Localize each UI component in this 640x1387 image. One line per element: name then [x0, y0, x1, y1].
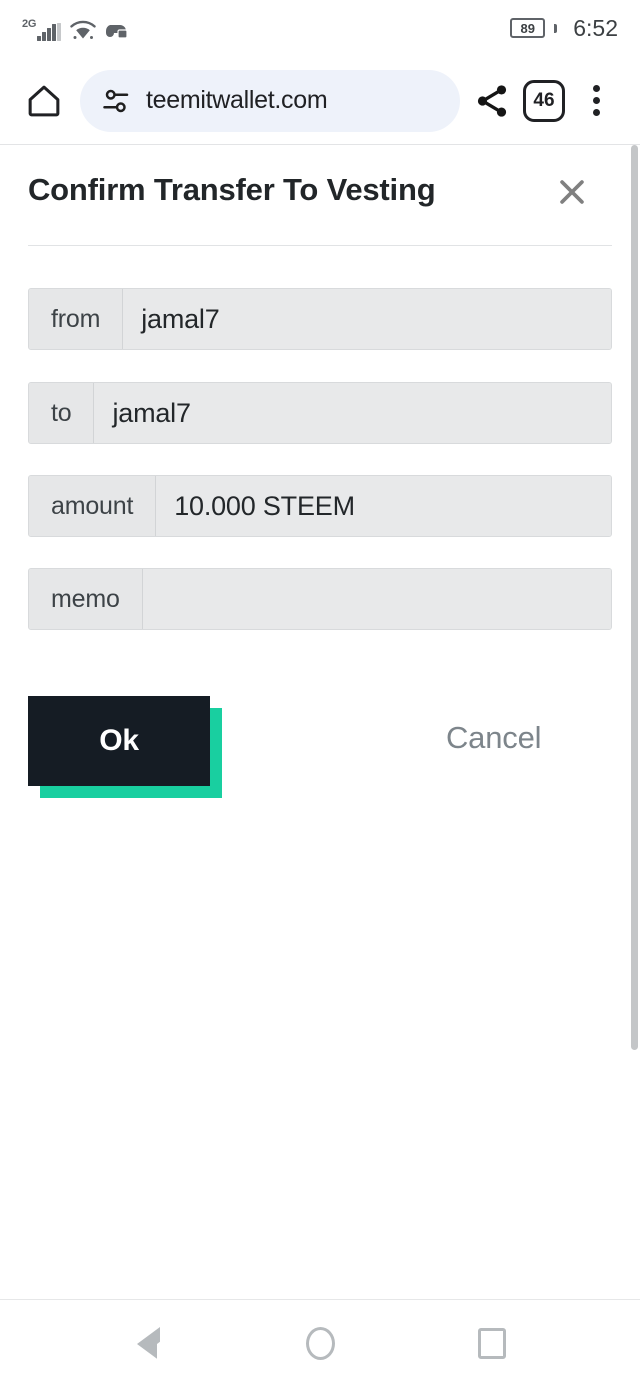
field-memo-value [142, 569, 611, 629]
scrollbar-thumb[interactable] [631, 145, 638, 1050]
ok-button[interactable]: Ok [28, 696, 210, 786]
page-scrollbar[interactable] [631, 145, 640, 1300]
status-bar-left: 2G [22, 15, 129, 41]
back-triangle-icon [136, 1326, 174, 1374]
field-from-label: from [29, 289, 124, 349]
field-amount-label: amount [29, 476, 157, 536]
field-to[interactable]: to jamal7 [28, 382, 612, 444]
field-amount[interactable]: amount 10.000 STEEM [28, 475, 612, 537]
status-bar-right: 89 6:52 [510, 15, 618, 42]
browser-menu-button[interactable] [570, 75, 622, 127]
phone-screen: 2G 89 6:52 teemitwallet.com 46 Confirm T… [0, 0, 640, 1387]
signal-bars-glyph [37, 23, 61, 41]
kebab-menu-icon [592, 85, 600, 116]
signal-bars-icon: 2G [22, 18, 61, 41]
field-to-label: to [29, 383, 95, 443]
field-from-value: jamal7 [123, 289, 611, 349]
home-icon [28, 85, 60, 116]
status-clock: 6:52 [573, 14, 618, 41]
close-button[interactable] [550, 170, 594, 214]
field-to-value: jamal7 [94, 383, 611, 443]
status-bar: 2G 89 6:52 [0, 0, 640, 56]
network-type-label: 2G [22, 18, 37, 30]
browser-toolbar: teemitwallet.com 46 [0, 56, 640, 145]
page-title: Confirm Transfer To Vesting [28, 172, 436, 207]
close-icon [560, 180, 584, 204]
game-controller-icon [105, 25, 128, 39]
field-memo-label: memo [29, 569, 143, 629]
home-circle-icon [305, 1327, 335, 1360]
home-button[interactable] [18, 75, 70, 127]
battery-icon: 89 [510, 18, 546, 38]
android-nav-bar [0, 1300, 640, 1387]
wifi-icon [70, 20, 96, 39]
recent-apps-square-icon [478, 1328, 506, 1359]
page-settings-icon [103, 89, 129, 112]
ok-button-wrapper: Ok [28, 696, 222, 798]
share-icon [477, 84, 507, 117]
field-from[interactable]: from jamal7 [28, 288, 612, 350]
share-button[interactable] [466, 75, 518, 127]
url-bar[interactable]: teemitwallet.com [80, 69, 460, 132]
field-amount-value: 10.000 STEEM [156, 476, 611, 536]
title-divider [28, 245, 612, 246]
battery-nub [554, 23, 558, 33]
nav-recents-button[interactable] [462, 1314, 522, 1374]
cancel-button[interactable]: Cancel [446, 720, 541, 756]
tab-count-badge: 46 [523, 79, 565, 122]
field-memo[interactable]: memo [28, 568, 612, 630]
nav-home-button[interactable] [290, 1314, 350, 1374]
nav-back-button[interactable] [118, 1314, 178, 1374]
tab-switcher-button[interactable]: 46 [518, 75, 570, 127]
url-text: teemitwallet.com [146, 86, 328, 114]
web-page-content: Confirm Transfer To Vesting from jamal7 … [0, 145, 640, 1300]
